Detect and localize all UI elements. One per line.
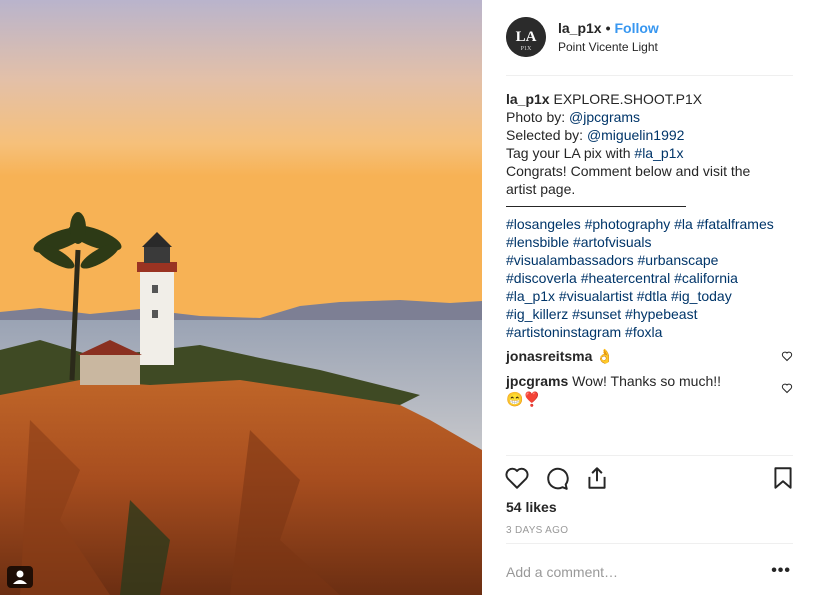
caption-line: artist page. — [506, 181, 576, 197]
add-comment-input[interactable]: Add a comment… — [506, 564, 618, 580]
comment-like-heart-icon[interactable] — [781, 350, 793, 362]
svg-text:P1X: P1X — [521, 46, 532, 52]
post-header: LA P1X la_p1x • Follow Point Vicente Light — [506, 17, 793, 75]
caption-separator — [506, 206, 686, 207]
actions-divider — [506, 455, 793, 457]
follow-button[interactable]: Follow — [615, 20, 659, 36]
caption-username[interactable]: la_p1x — [506, 91, 550, 107]
caption-text: EXPLORE.SHOOT.P1X — [549, 91, 703, 107]
caption-line: Photo by: @jpcgrams — [506, 108, 796, 126]
tagged-people-badge[interactable] — [7, 566, 33, 588]
comment-username[interactable]: jonasreitsma — [506, 348, 592, 364]
likes-count[interactable]: 54 likes — [506, 499, 557, 515]
hashtag-line[interactable]: #la_p1x #visualartist #dtla #ig_today — [506, 287, 796, 305]
person-icon — [13, 570, 27, 584]
location-link[interactable]: Point Vicente Light — [558, 40, 658, 54]
comment-icon[interactable] — [544, 465, 570, 491]
comment: jonasreitsma 👌 — [506, 347, 776, 365]
caption: la_p1x EXPLORE.SHOOT.P1X Photo by: @jpcg… — [506, 90, 796, 341]
caption-text: Photo by: — [506, 109, 570, 125]
post-photo[interactable] — [0, 0, 482, 595]
heart-icon[interactable] — [504, 465, 530, 491]
share-icon[interactable] — [584, 465, 610, 491]
hashtag-line[interactable]: #ig_killerz #sunset #hypebeast — [506, 305, 796, 323]
comment-text: 👌 — [592, 348, 614, 364]
separator-dot: • — [605, 20, 611, 36]
avatar[interactable]: LA P1X — [506, 17, 546, 57]
caption-line: Selected by: @miguelin1992 — [506, 126, 796, 144]
mention-link[interactable]: @miguelin1992 — [587, 127, 685, 143]
lighthouse-photo — [0, 0, 482, 595]
hashtag-link[interactable]: #la_p1x — [634, 145, 683, 161]
timestamp[interactable]: 3 DAYS AGO — [506, 525, 568, 536]
la-logo-icon: LA P1X — [506, 17, 546, 57]
caption-text: Selected by: — [506, 127, 587, 143]
hashtag-line[interactable]: #discoverla #heatercentral #california — [506, 269, 796, 287]
comment: jpcgrams Wow! Thanks so much!! 😁❣️ — [506, 372, 776, 408]
caption-text: Tag your LA pix with — [506, 145, 635, 161]
divider — [506, 543, 793, 544]
comment-emoji: 😁❣️ — [506, 391, 541, 407]
hashtag-line[interactable]: #visualambassadors #urbanscape — [506, 251, 796, 269]
caption-line: Congrats! Comment below and visit the — [506, 163, 751, 179]
comment-like-heart-icon[interactable] — [781, 382, 793, 394]
mention-link[interactable]: @jpcgrams — [569, 109, 640, 125]
caption-line: la_p1x EXPLORE.SHOOT.P1X — [506, 90, 796, 108]
svg-text:LA: LA — [516, 29, 537, 45]
post-sidebar: LA P1X la_p1x • Follow Point Vicente Light… — [482, 0, 813, 595]
comment-text: Wow! Thanks so much!! — [568, 373, 722, 389]
more-options-button[interactable]: ••• — [771, 562, 791, 580]
hashtag-line[interactable]: #losangeles #photography #la #fatalframe… — [506, 215, 796, 233]
header-username-row: la_p1x • Follow — [558, 20, 659, 36]
comment-username[interactable]: jpcgrams — [506, 373, 568, 389]
username-link[interactable]: la_p1x — [558, 20, 602, 36]
caption-line: Tag your LA pix with #la_p1x — [506, 144, 796, 162]
hashtag-line[interactable]: #lensbible #artofvisuals — [506, 233, 796, 251]
hashtag-line[interactable]: #artistoninstagram #foxla — [506, 323, 796, 341]
bookmark-icon[interactable] — [770, 465, 796, 491]
divider — [506, 75, 793, 76]
